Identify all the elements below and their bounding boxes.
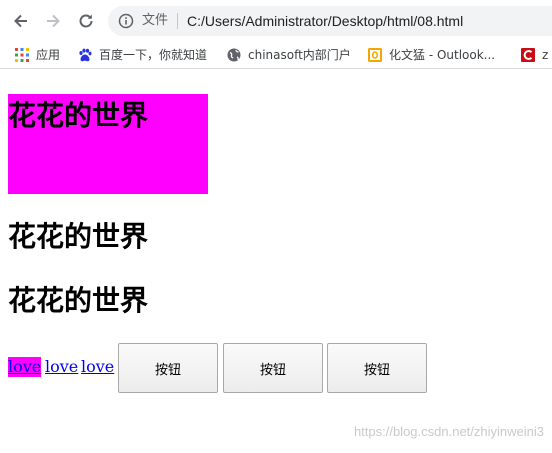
watermark: https://blog.csdn.net/zhiyinweini3	[353, 424, 544, 439]
back-arrow-icon	[14, 14, 27, 28]
bookmark-csdn[interactable]: z	[521, 46, 548, 64]
love-link-highlighted[interactable]: love	[8, 357, 42, 377]
bookmark-label: 百度一下，你就知道	[99, 48, 208, 62]
page-heading: 花花的世界	[8, 284, 149, 317]
reload-button[interactable]	[76, 11, 96, 31]
address-bar[interactable]: 文件 C:/Users/Administrator/Desktop/html/0…	[108, 6, 552, 36]
bookmark-outlook[interactable]: 化文猛 - Outlook...	[368, 46, 495, 64]
omnibox-divider	[177, 13, 178, 29]
bookmark-label: z	[542, 48, 549, 62]
file-scheme-label: 文件	[142, 13, 169, 28]
page-heading: 花花的世界	[8, 220, 149, 253]
bookmark-apps[interactable]: 应用	[15, 46, 60, 64]
reload-icon	[79, 14, 93, 28]
back-button[interactable]	[11, 11, 31, 31]
love-link[interactable]: love	[45, 357, 78, 377]
bookmark-label: 应用	[36, 48, 61, 62]
bookmark-baidu[interactable]: 百度一下，你就知道	[78, 46, 207, 64]
csdn-c-icon	[521, 48, 535, 62]
love-link[interactable]: love	[81, 357, 114, 377]
page-heading: 花花的世界	[8, 99, 149, 132]
apps-grid-icon	[15, 48, 29, 62]
page-content: 花花的世界 花花的世界 花花的世界 love love love 按钮 按钮 按…	[0, 69, 552, 453]
info-icon[interactable]	[118, 13, 134, 29]
bookmark-label: 化文猛 - Outlook...	[389, 48, 496, 62]
bookmark-chinasoft[interactable]: chinasoft内部门户	[227, 46, 351, 64]
button-2[interactable]: 按钮	[223, 343, 323, 393]
forward-button[interactable]	[43, 11, 63, 31]
browser-toolbar: 文件 C:/Users/Administrator/Desktop/html/0…	[0, 0, 552, 42]
button-1[interactable]: 按钮	[118, 343, 218, 393]
baidu-paw-icon	[79, 48, 92, 62]
globe-icon	[227, 48, 241, 62]
magenta-heading-box: 花花的世界	[8, 94, 208, 194]
bookmarks-bar: 应用 百度一下，你就知道 chinasoft内部门户 化文猛 - Outlook…	[0, 42, 552, 69]
button-3[interactable]: 按钮	[327, 343, 427, 393]
outlook-icon	[368, 48, 382, 62]
bookmark-label: chinasoft内部门户	[248, 48, 351, 62]
forward-arrow-icon	[47, 14, 60, 28]
url-text[interactable]: C:/Users/Administrator/Desktop/html/08.h…	[187, 12, 463, 30]
